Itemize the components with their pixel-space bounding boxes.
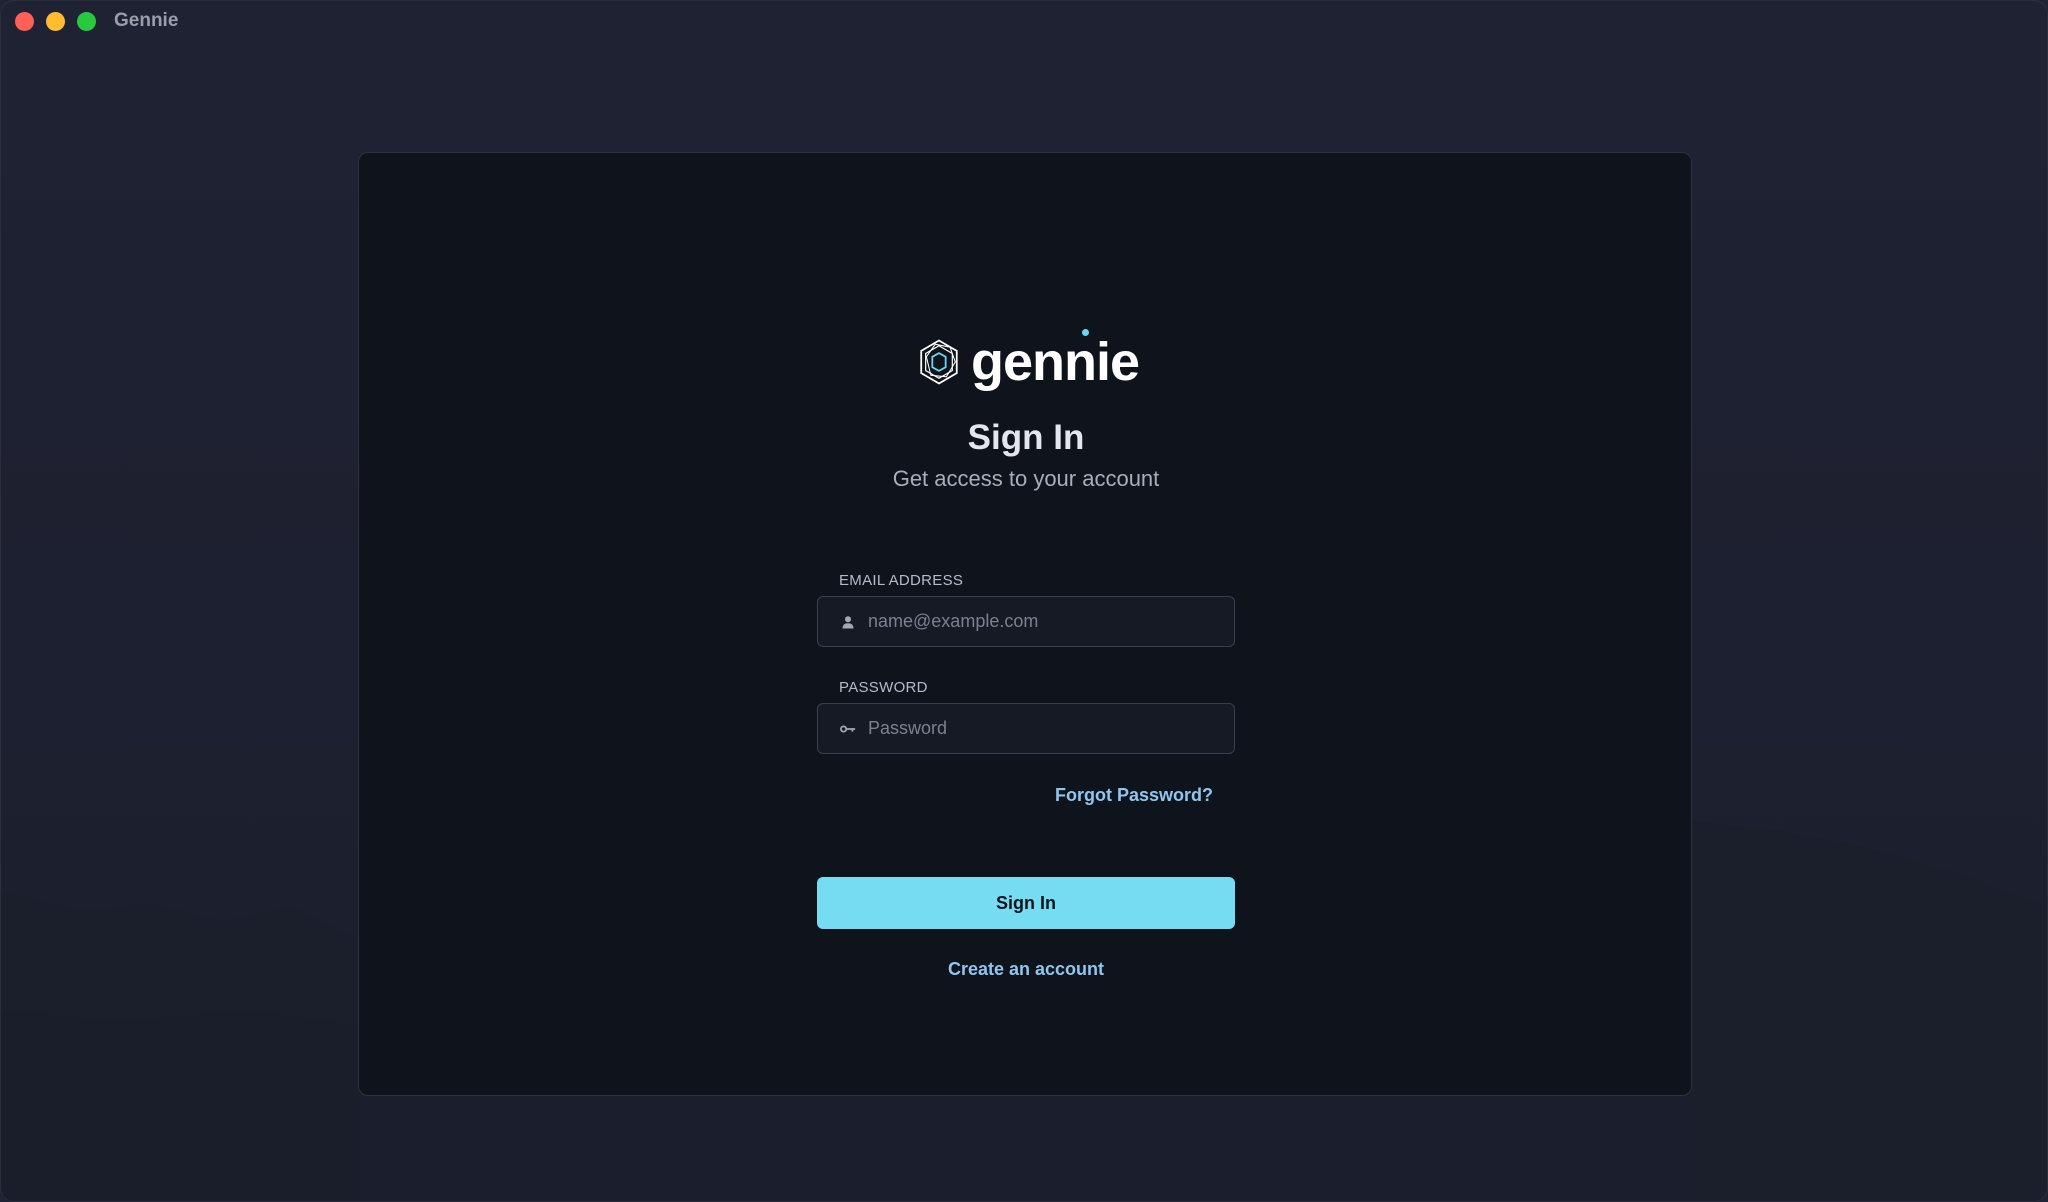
brand-logo: gennie xyxy=(919,329,1140,395)
create-account-row: Create an account xyxy=(359,959,1693,980)
create-account-link[interactable]: Create an account xyxy=(948,959,1104,979)
email-label: EMAIL ADDRESS xyxy=(839,572,964,589)
user-icon xyxy=(840,614,856,630)
sign-in-card: gennie Sign In Get access to your accoun… xyxy=(358,152,1692,1096)
sign-in-button[interactable]: Sign In xyxy=(817,877,1235,929)
brand-wordmark: gennie xyxy=(971,329,1140,389)
password-label: PASSWORD xyxy=(839,679,928,696)
email-field[interactable] xyxy=(817,596,1235,647)
window-title: Gennie xyxy=(114,10,179,31)
password-input[interactable] xyxy=(868,704,1234,753)
page-title: Sign In xyxy=(967,418,1085,457)
key-icon xyxy=(840,721,856,737)
password-field[interactable] xyxy=(817,703,1235,754)
page-subtitle: Get access to your account xyxy=(892,466,1160,491)
minimize-window-button[interactable] xyxy=(46,11,65,31)
email-input[interactable] xyxy=(868,597,1234,646)
hexagon-logo-icon xyxy=(920,339,958,385)
window-controls xyxy=(15,11,96,31)
wordmark-accent-dot xyxy=(1081,329,1089,336)
maximize-window-button[interactable] xyxy=(77,11,96,31)
forgot-password-link[interactable]: Forgot Password? xyxy=(1055,785,1213,806)
title-bar: Gennie xyxy=(1,1,2047,41)
close-window-button[interactable] xyxy=(15,11,34,31)
app-window: Gennie gennie Sign In Get access to your… xyxy=(0,0,2048,1202)
